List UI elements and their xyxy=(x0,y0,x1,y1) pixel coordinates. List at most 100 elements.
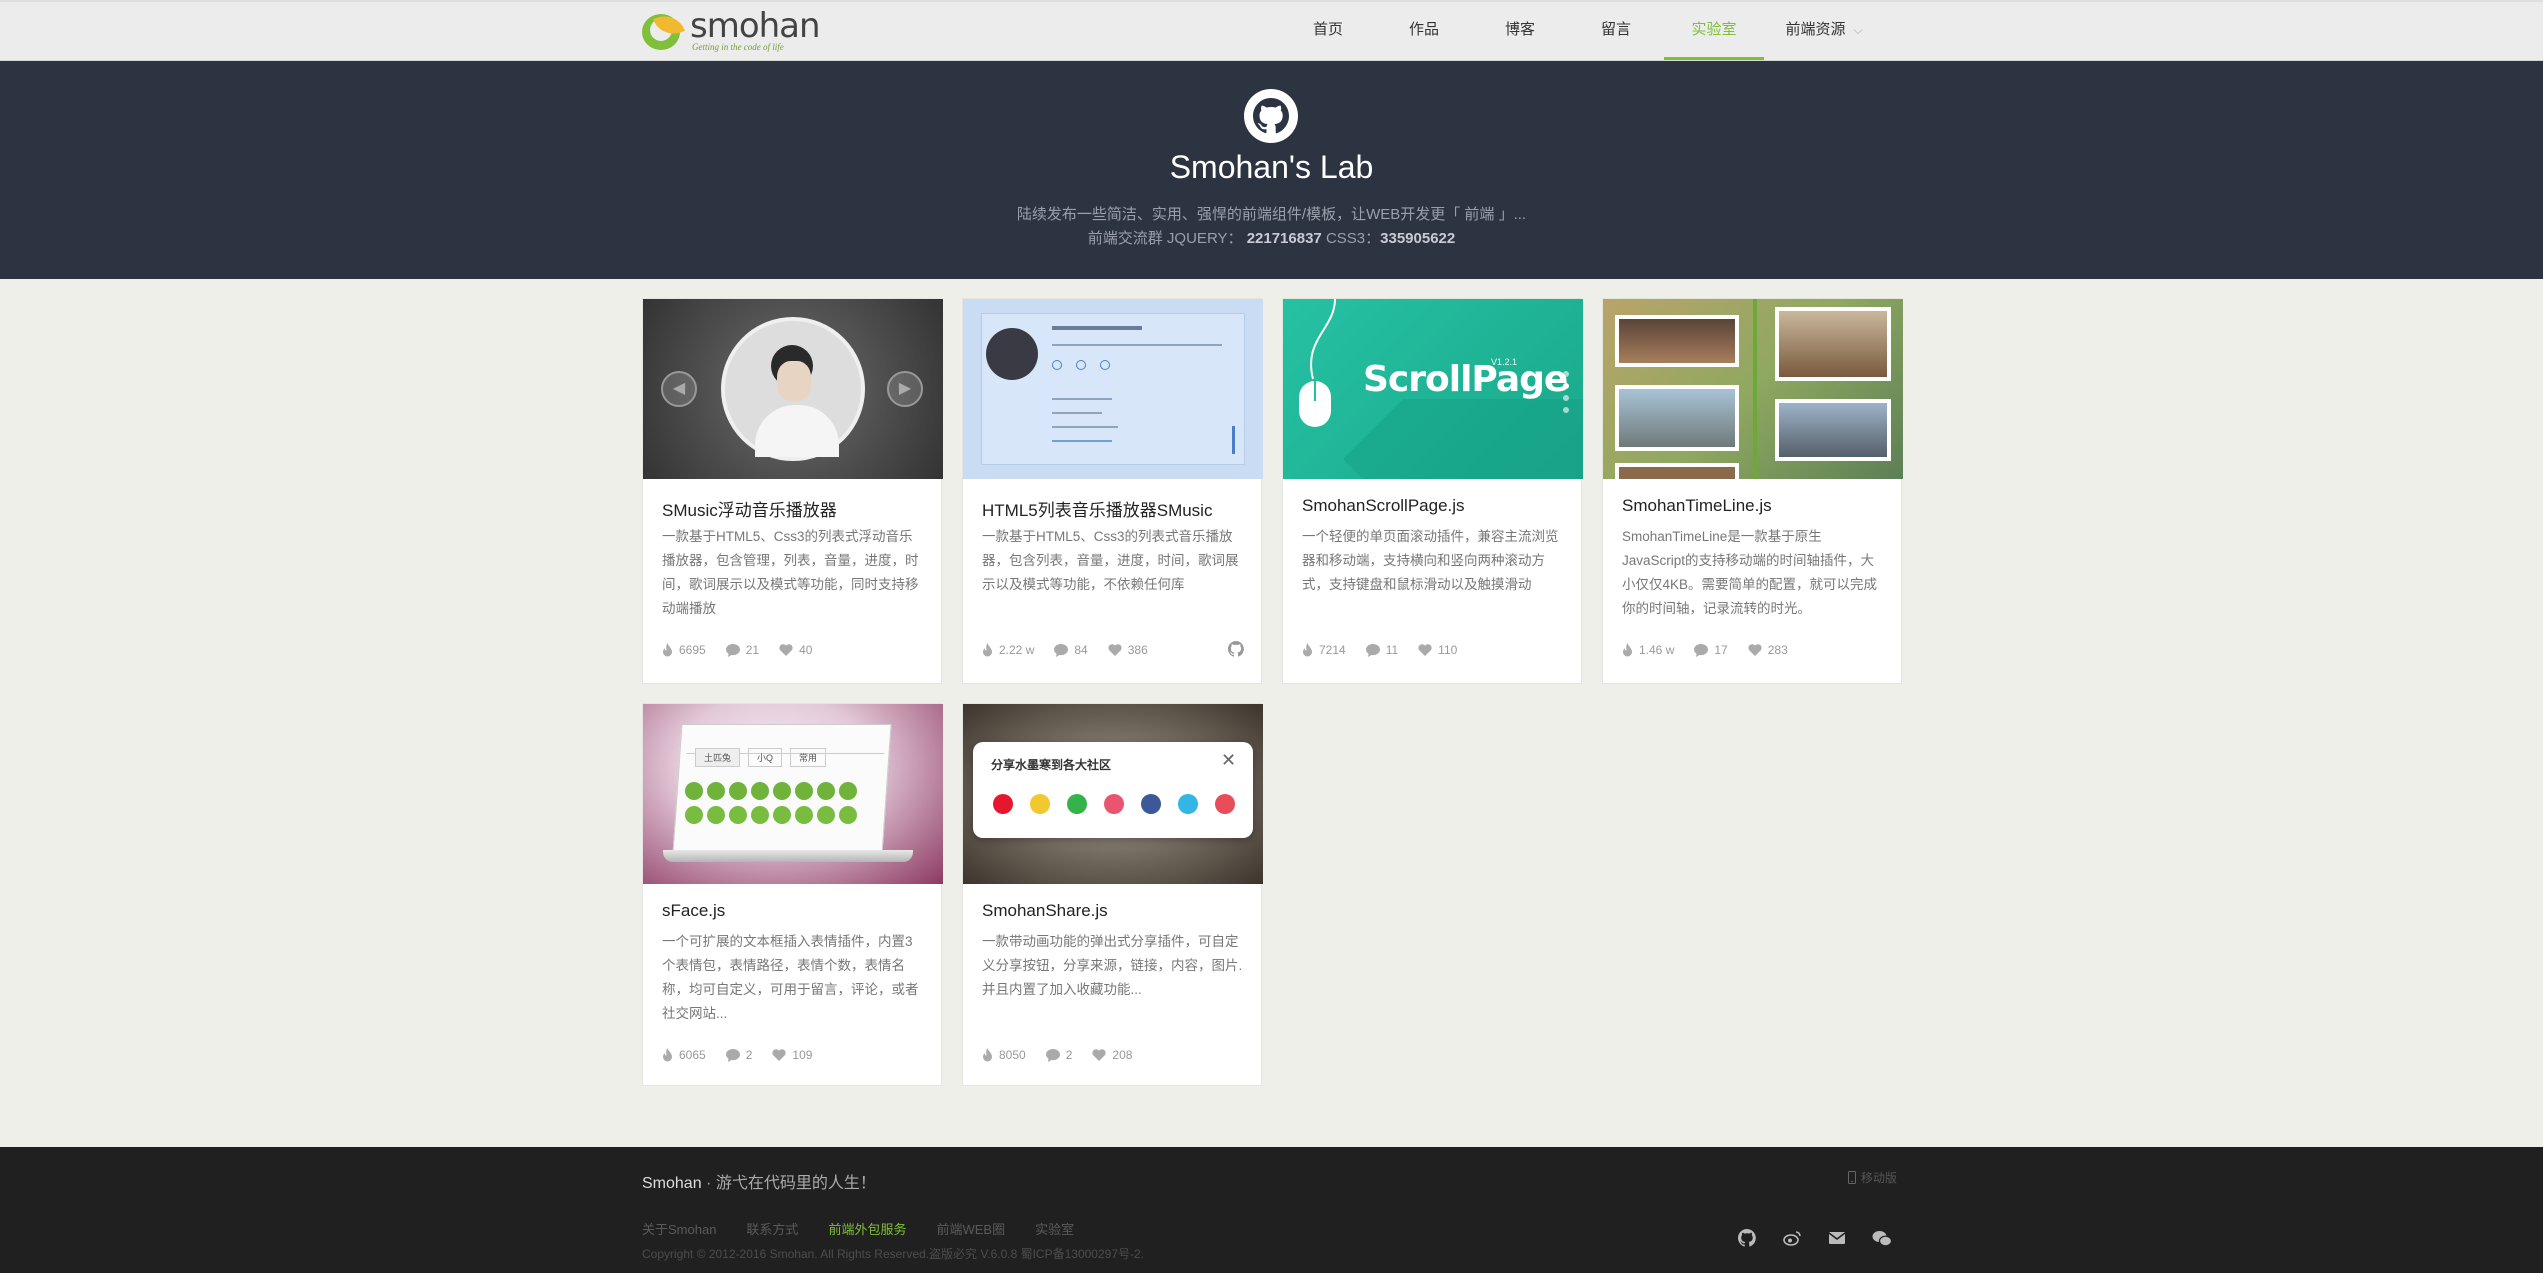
copyright: Copyright © 2012-2016 Smohan. All Rights… xyxy=(642,1247,1144,1261)
footer-link-lab[interactable]: 实验室 xyxy=(1035,1219,1074,1238)
emoji-tab: 常用 xyxy=(790,748,827,767)
share-icons xyxy=(993,794,1235,814)
social-email[interactable] xyxy=(1826,1227,1848,1249)
comments-stat: 84 xyxy=(1054,643,1088,657)
views-stat: 8050 xyxy=(982,1048,1026,1062)
project-card[interactable]: HTML5列表音乐播放器SMusic 一款基于HTML5、Css3的列表式音乐播… xyxy=(962,298,1263,684)
project-card[interactable]: 土匹兔 小Q 常用 sFace.js 一个可扩展的文本框插入表情插件，内置3个表… xyxy=(642,703,943,1086)
footer-link-contact[interactable]: 联系方式 xyxy=(746,1219,798,1238)
emoji-tab: 小Q xyxy=(748,748,783,767)
lab-banner: Smohan's Lab 陆续发布一些简洁、实用、强悍的前端组件/模板，让WEB… xyxy=(0,61,2543,279)
footer-link-outsourcing[interactable]: 前端外包服务 xyxy=(828,1219,906,1238)
card-description: 一款带动画功能的弹出式分享插件，可自定义分享按钮，分享来源，链接，内容，图片.并… xyxy=(982,934,1243,997)
project-card[interactable]: SmohanTimeLine.js SmohanTimeLine是一款基于原生J… xyxy=(1602,298,1903,684)
weibo-icon xyxy=(1783,1231,1801,1246)
project-card[interactable]: 分享水墨寒到各大社区 ✕ SmohanShare.js 一款带动画功能的弹出式分… xyxy=(962,703,1263,1086)
heart-icon xyxy=(1215,794,1235,814)
timeline-photo xyxy=(1775,307,1891,381)
footer-links: 关于Smohan 联系方式 前端外包服务 前端WEB圈 实验室 xyxy=(642,1219,1104,1238)
views-stat: 6695 xyxy=(662,643,706,657)
laptop-base xyxy=(663,850,913,862)
nav-item-works[interactable]: 作品 xyxy=(1376,2,1472,60)
footer-brand-name: Smohan xyxy=(642,1175,702,1192)
thumb-version: V1.2.1 xyxy=(1491,357,1518,367)
footer-brand: Smohan · 游弋在代码里的人生！ xyxy=(642,1169,876,1193)
social-github[interactable] xyxy=(1736,1227,1758,1249)
twitter-icon xyxy=(1178,794,1198,814)
qq-css-number: 335905622 xyxy=(1380,230,1456,247)
project-card[interactable]: ◀ ▶ SMusic浮动音乐播放器 一款基于HTML5、Css3的列表式浮动音乐… xyxy=(642,298,943,684)
likes-stat[interactable]: 208 xyxy=(1092,1048,1132,1062)
likes-stat[interactable]: 109 xyxy=(772,1048,812,1062)
mobile-version-label: 移动版 xyxy=(1861,1171,1898,1185)
heart-icon xyxy=(1092,1049,1107,1061)
emoji-grid xyxy=(685,782,861,826)
chevron-down-icon: ⌵ xyxy=(1853,23,1863,37)
card-thumbnail[interactable]: 土匹兔 小Q 常用 xyxy=(643,704,943,884)
timeline-photo xyxy=(1615,385,1739,451)
card-thumbnail[interactable]: ScrollPage V1.2.1 xyxy=(1283,299,1583,479)
card-title[interactable]: SmohanTimeLine.js xyxy=(1622,496,1772,516)
share-dialog: 分享水墨寒到各大社区 ✕ xyxy=(973,742,1253,838)
mobile-version-link[interactable]: 移动版 xyxy=(1848,1169,1897,1186)
likes-stat[interactable]: 40 xyxy=(779,643,812,657)
player-preview xyxy=(981,313,1245,465)
github-icon xyxy=(1244,89,1298,143)
likes-stat[interactable]: 386 xyxy=(1108,643,1148,657)
likes-count: 386 xyxy=(1127,643,1148,657)
card-thumbnail[interactable] xyxy=(1603,299,1903,479)
likes-stat[interactable]: 283 xyxy=(1748,643,1788,657)
card-meta: 2.22 w 84 386 xyxy=(982,641,1244,659)
views-count: 7214 xyxy=(1319,643,1346,657)
qq-prefix: 前端交流群 JQUERY： xyxy=(1087,230,1243,247)
card-description: SmohanTimeLine是一款基于原生JavaScript的支持移动端的时间… xyxy=(1622,529,1878,616)
emoji-tabs: 土匹兔 小Q 常用 xyxy=(695,748,827,767)
card-title[interactable]: HTML5列表音乐播放器SMusic xyxy=(982,496,1212,521)
nav-item-guestbook[interactable]: 留言 xyxy=(1568,2,1664,60)
card-title[interactable]: SMusic浮动音乐播放器 xyxy=(662,496,837,521)
card-title[interactable]: SmohanScrollPage.js xyxy=(1302,496,1465,516)
card-thumbnail[interactable]: 分享水墨寒到各大社区 ✕ xyxy=(963,704,1263,884)
social-links xyxy=(1736,1227,1916,1249)
heart-icon xyxy=(1108,644,1122,656)
card-title[interactable]: sFace.js xyxy=(662,901,725,921)
site-logo[interactable]: smohan Getting in the code of life xyxy=(640,8,821,54)
nav-item-blog[interactable]: 博客 xyxy=(1472,2,1568,60)
social-wechat[interactable] xyxy=(1871,1227,1893,1249)
card-title[interactable]: SmohanShare.js xyxy=(982,901,1108,921)
likes-stat[interactable]: 110 xyxy=(1418,643,1457,657)
card-meta: 6695 21 40 xyxy=(662,641,924,659)
comments-count: 84 xyxy=(1074,643,1088,657)
close-icon: ✕ xyxy=(1221,750,1237,770)
footer-link-webcircle[interactable]: 前端WEB圈 xyxy=(936,1219,1005,1238)
banner-qq-groups: 前端交流群 JQUERY： 221716837 CSS3：335905622 xyxy=(0,227,2543,248)
comment-icon xyxy=(1694,643,1709,657)
banner-description: 陆续发布一些简洁、实用、强悍的前端组件/模板，让WEB开发更「 前端 」... xyxy=(1016,206,1527,223)
social-weibo[interactable] xyxy=(1781,1227,1803,1249)
views-count: 6695 xyxy=(679,643,706,657)
facebook-icon xyxy=(1141,794,1161,814)
nav-item-lab[interactable]: 实验室 xyxy=(1664,2,1764,60)
github-icon[interactable] xyxy=(1228,641,1244,657)
logo-icon xyxy=(640,10,686,52)
nav-item-resources-label: 前端资源 xyxy=(1785,21,1846,38)
heart-icon xyxy=(779,644,793,656)
card-thumbnail[interactable] xyxy=(963,299,1263,479)
comment-icon xyxy=(725,643,740,657)
qq-css-label: CSS3： xyxy=(1325,230,1381,247)
comments-count: 17 xyxy=(1714,643,1728,657)
comments-stat: 11 xyxy=(1365,643,1399,657)
views-count: 2.22 w xyxy=(999,643,1035,657)
likes-count: 109 xyxy=(792,1048,813,1062)
nav-item-resources[interactable]: 前端资源 ⌵ xyxy=(1764,2,1884,60)
card-thumbnail[interactable]: ◀ ▶ xyxy=(643,299,943,479)
comment-icon xyxy=(1045,1048,1060,1062)
mobile-icon xyxy=(1848,1171,1856,1184)
project-card[interactable]: ScrollPage V1.2.1 SmohanScrollPage.js 一个… xyxy=(1282,298,1583,684)
likes-count: 110 xyxy=(1438,643,1458,657)
comments-stat: 21 xyxy=(725,643,760,657)
footer-link-about[interactable]: 关于Smohan xyxy=(642,1219,716,1238)
comments-count: 21 xyxy=(745,643,760,657)
nav-item-home[interactable]: 首页 xyxy=(1280,2,1376,60)
comments-count: 11 xyxy=(1385,643,1399,657)
